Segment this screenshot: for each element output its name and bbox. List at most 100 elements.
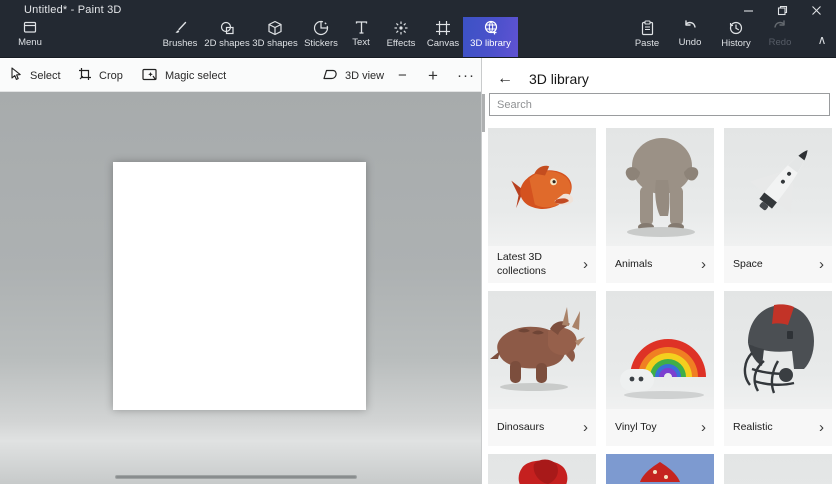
chevron-right-icon: ›	[819, 419, 824, 436]
chevron-right-icon: ›	[583, 419, 588, 436]
card-label: Latest 3D collections	[497, 251, 571, 277]
ribbon-tools-row: Menu Brushes 2D shapes	[0, 17, 836, 57]
card-label-row: Animals ›	[606, 246, 714, 283]
chevron-right-icon: ›	[701, 256, 706, 273]
3d-library-icon	[483, 20, 499, 36]
card-partial-3[interactable]	[724, 454, 832, 484]
tab-label: Brushes	[163, 38, 198, 49]
card-realistic[interactable]: Realistic ›	[724, 291, 832, 446]
ribbon: Untitled* - Paint 3D	[0, 0, 836, 58]
2d-shapes-icon	[219, 20, 236, 36]
canvas-icon	[435, 20, 451, 36]
gray-placeholder-model-image	[724, 454, 832, 484]
tab-label: Stickers	[304, 38, 338, 49]
maximize-button[interactable]	[772, 2, 792, 18]
undo-icon	[682, 20, 698, 35]
3d-shapes-icon	[267, 20, 283, 36]
card-label-row: Vinyl Toy ›	[606, 409, 714, 446]
card-space[interactable]: Space ›	[724, 128, 832, 283]
undo-button[interactable]: Undo	[670, 17, 710, 57]
paint-canvas[interactable]	[113, 162, 366, 410]
crop-label: Crop	[99, 70, 123, 82]
history-button[interactable]: History	[714, 17, 758, 57]
stickers-icon	[313, 20, 329, 36]
orange-fish-model-image	[488, 128, 596, 246]
minimize-button[interactable]	[738, 2, 758, 18]
redo-icon	[772, 20, 788, 35]
space-shuttle-model-image	[724, 128, 832, 246]
tab-3d-library[interactable]: 3D library	[463, 17, 518, 57]
crop-tool[interactable]: Crop	[78, 59, 123, 92]
3d-library-panel: ← 3D library	[481, 58, 836, 484]
text-icon	[354, 20, 369, 35]
tab-canvas[interactable]: Canvas	[423, 17, 463, 57]
select-cursor-icon	[10, 67, 23, 84]
card-label-row: Dinosaurs ›	[488, 409, 596, 446]
canvas-area[interactable]	[0, 92, 481, 484]
horizontal-scrollbar[interactable]	[115, 475, 357, 479]
back-arrow-icon[interactable]: ←	[497, 71, 513, 87]
paint3d-window: Untitled* - Paint 3D	[0, 0, 836, 484]
redo-button: Redo	[760, 17, 800, 57]
tab-label: 3D shapes	[252, 38, 297, 49]
magic-select-label: Magic select	[165, 70, 226, 82]
card-vinyl-toy[interactable]: Vinyl Toy ›	[606, 291, 714, 446]
select-tool[interactable]: Select	[10, 59, 61, 92]
paste-button[interactable]: Paste	[626, 17, 668, 57]
paste-icon	[640, 20, 655, 36]
tab-stickers[interactable]: Stickers	[299, 17, 343, 57]
tab-effects[interactable]: Effects	[379, 17, 423, 57]
triceratops-model-image	[488, 291, 596, 409]
chevron-right-icon: ›	[583, 256, 588, 273]
card-label: Dinosaurs	[497, 421, 544, 434]
search-input[interactable]	[489, 93, 830, 116]
menu-button[interactable]: Menu	[8, 17, 52, 57]
zoom-in-button[interactable]: +	[428, 59, 438, 92]
card-label: Space	[733, 258, 763, 271]
tab-label: Effects	[387, 38, 416, 49]
tab-label: Canvas	[427, 38, 459, 49]
history-icon	[728, 20, 744, 36]
crop-icon	[78, 67, 92, 84]
tab-3d-shapes[interactable]: 3D shapes	[251, 17, 299, 57]
window-controls	[738, 2, 826, 18]
close-button[interactable]	[806, 2, 826, 18]
card-label: Vinyl Toy	[615, 421, 657, 434]
undo-label: Undo	[679, 37, 702, 48]
tab-2d-shapes[interactable]: 2D shapes	[203, 17, 251, 57]
menu-icon	[22, 20, 38, 35]
collapse-ribbon-chevron[interactable]: ∧	[812, 33, 832, 47]
tab-brushes[interactable]: Brushes	[157, 17, 203, 57]
card-label-row: Space ›	[724, 246, 832, 283]
tab-label: Text	[352, 37, 369, 48]
paste-label: Paste	[635, 38, 659, 49]
tab-text[interactable]: Text	[343, 17, 379, 57]
edit-toolbar: Select Crop Magic select 3D view − + ···	[0, 59, 481, 92]
magic-select-tool[interactable]: Magic select	[142, 59, 226, 92]
redo-label: Redo	[769, 37, 792, 48]
card-partial-1[interactable]	[488, 454, 596, 484]
menu-label: Menu	[18, 37, 42, 48]
history-label: History	[721, 38, 751, 49]
select-label: Select	[30, 70, 61, 82]
panel-scrollbar[interactable]	[482, 94, 485, 132]
card-animals[interactable]: Animals ›	[606, 128, 714, 283]
chevron-right-icon: ›	[701, 419, 706, 436]
red-rose-model-image	[488, 454, 596, 484]
magic-select-icon	[142, 68, 158, 84]
card-partial-2[interactable]	[606, 454, 714, 484]
elephant-model-image	[606, 128, 714, 246]
football-helmet-model-image	[724, 291, 832, 409]
card-dinosaurs[interactable]: Dinosaurs ›	[488, 291, 596, 446]
tab-label: 2D shapes	[204, 38, 249, 49]
more-options-button[interactable]: ···	[457, 59, 475, 92]
panel-title: 3D library	[529, 71, 589, 87]
library-card-grid: Latest 3D collections ›	[488, 128, 836, 484]
zoom-out-button[interactable]: −	[398, 59, 407, 92]
red-object-blue-sky-model-image	[606, 454, 714, 484]
rainbow-toy-model-image	[606, 291, 714, 409]
3d-view-label: 3D view	[345, 70, 384, 82]
3d-view-icon	[322, 68, 338, 84]
card-latest-3d-collections[interactable]: Latest 3D collections ›	[488, 128, 596, 283]
3d-view-toggle[interactable]: 3D view	[322, 59, 384, 92]
